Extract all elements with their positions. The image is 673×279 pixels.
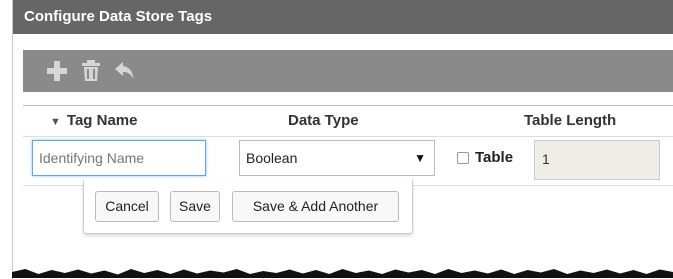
dialog-title: Configure Data Store Tags xyxy=(13,0,673,34)
column-table-length: Table Length xyxy=(524,112,617,129)
table-checkbox-label: Table xyxy=(475,149,514,166)
tags-grid: ▼ Tag Name Data Type Table Length Boolean… xyxy=(23,105,673,186)
tag-name-input[interactable] xyxy=(32,140,206,176)
column-tag-name-label: Tag Name xyxy=(66,112,138,129)
data-type-select[interactable]: Boolean ▼ xyxy=(239,140,435,176)
table-checkbox-group[interactable]: Table xyxy=(457,149,513,166)
data-type-value: Boolean xyxy=(246,150,298,166)
table-checkbox[interactable] xyxy=(457,151,469,164)
cancel-button[interactable]: Cancel xyxy=(95,191,159,222)
save-add-another-button[interactable]: Save & Add Another xyxy=(232,191,399,222)
toolbar xyxy=(23,50,673,92)
sort-desc-icon: ▼ xyxy=(50,116,61,128)
plus-icon xyxy=(47,61,67,81)
column-data-type: Data Type xyxy=(288,112,359,129)
column-tag-name[interactable]: ▼ Tag Name xyxy=(50,106,137,136)
chevron-down-icon: ▼ xyxy=(414,151,426,165)
undo-button[interactable] xyxy=(111,57,139,85)
new-tag-row: Boolean ▼ Table 1 xyxy=(23,137,673,186)
row-actions-popover: Cancel Save Save & Add Another xyxy=(83,180,413,234)
add-button[interactable] xyxy=(43,57,71,85)
delete-button[interactable] xyxy=(77,57,105,85)
grid-header: ▼ Tag Name Data Type Table Length xyxy=(23,106,673,137)
configure-tags-dialog: Configure Data Store Tags ▼ Tag Name Dat… xyxy=(12,0,673,279)
save-button[interactable]: Save xyxy=(170,191,220,222)
table-length-input: 1 xyxy=(534,140,660,180)
trash-icon xyxy=(82,60,100,81)
undo-icon xyxy=(115,62,133,79)
